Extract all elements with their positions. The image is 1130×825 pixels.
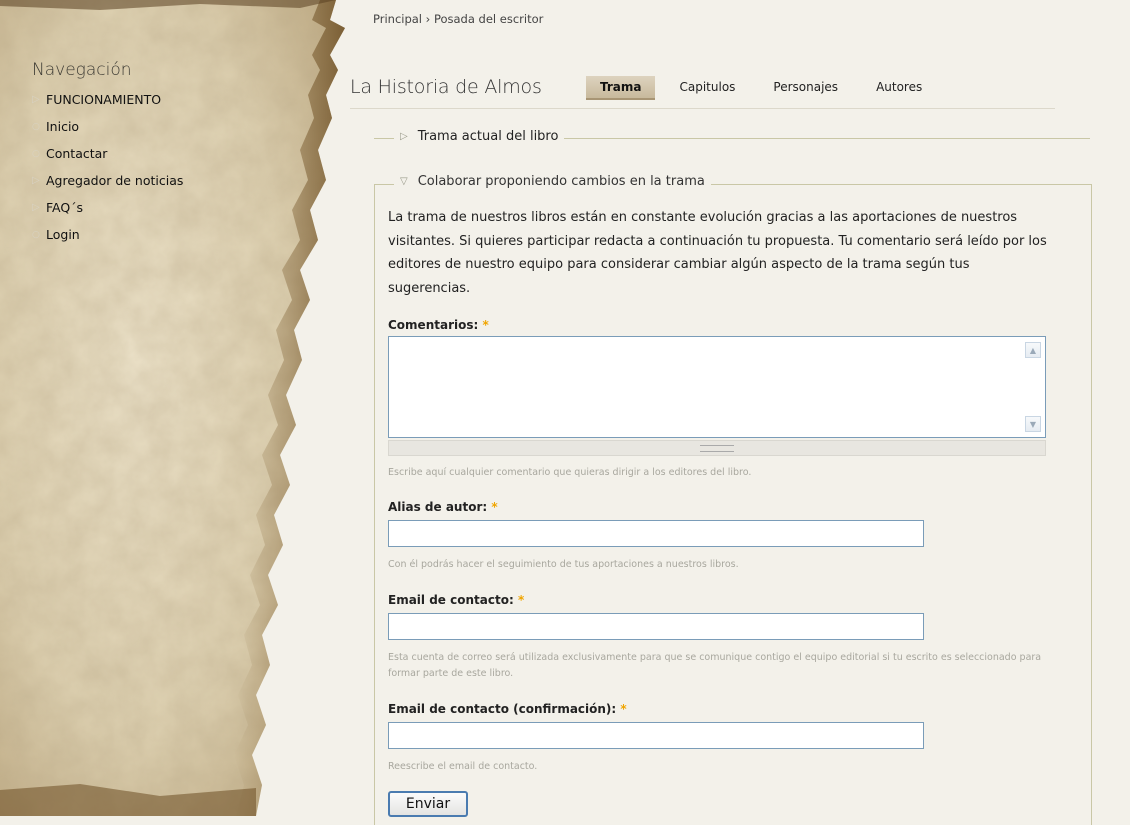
comments-label: Comentarios: *: [388, 318, 489, 332]
breadcrumb-current-link[interactable]: Posada del escritor: [434, 12, 543, 26]
email-confirm-input[interactable]: [388, 722, 924, 749]
circle-bullet-icon: ○: [32, 148, 40, 159]
form-intro-text: La trama de nuestros libros están en con…: [388, 210, 1047, 296]
comments-textarea[interactable]: [388, 336, 1046, 438]
main-content: Principal › Posada del escritor La Histo…: [350, 0, 1130, 825]
nav-item-label[interactable]: Inicio: [46, 119, 79, 134]
alias-label: Alias de autor: *: [388, 500, 498, 514]
nav-item-agregador[interactable]: ▷ Agregador de noticias: [32, 167, 332, 194]
triangle-down-icon: ▽: [400, 176, 408, 187]
alias-label-text: Alias de autor:: [388, 500, 488, 514]
tab-bar: Trama Capitulos Personajes Autores: [586, 76, 946, 100]
triangle-right-icon: ▷: [32, 94, 40, 105]
breadcrumb: Principal › Posada del escritor: [373, 12, 543, 26]
scroll-up-arrow-icon[interactable]: ▲: [1025, 342, 1041, 358]
alias-help-text: Con él podrás hacer el seguimiento de tu…: [388, 559, 739, 570]
triangle-right-icon: ▷: [400, 131, 408, 142]
triangle-right-icon: ▷: [32, 175, 40, 186]
required-mark: *: [517, 593, 525, 607]
fieldset-current-plot-title[interactable]: Trama actual del libro: [418, 129, 559, 144]
nav-item-label[interactable]: FAQ´s: [46, 200, 83, 215]
required-mark: *: [491, 500, 498, 514]
required-mark: *: [482, 318, 489, 332]
nav-item-label[interactable]: Agregador de noticias: [46, 173, 183, 188]
nav-item-faq[interactable]: ▷ FAQ´s: [32, 194, 332, 221]
alias-input[interactable]: [388, 520, 924, 547]
email-label-text: Email de contacto:: [388, 593, 514, 607]
circle-bullet-icon: ○: [32, 121, 40, 132]
triangle-right-icon: ▷: [32, 202, 40, 213]
navigation-menu: ▷ FUNCIONAMIENTO ○ Inicio ○ Contactar ▷ Agre…: [32, 86, 332, 248]
email-input[interactable]: [388, 613, 924, 640]
tab-personajes[interactable]: Personajes: [759, 76, 852, 100]
textarea-resize-handle[interactable]: [388, 440, 1046, 456]
nav-item-contactar[interactable]: ○ Contactar: [32, 140, 332, 167]
navigation-block: Navegación ▷ FUNCIONAMIENTO ○ Inicio ○ Cont…: [32, 60, 332, 248]
title-divider: [350, 108, 1055, 109]
textarea-scrollbar[interactable]: ▲ ▼: [1025, 338, 1043, 436]
breadcrumb-home-link[interactable]: Principal: [373, 12, 422, 26]
page-title: La Historia de Almos: [350, 76, 542, 98]
scroll-down-arrow-icon[interactable]: ▼: [1025, 416, 1041, 432]
tab-capitulos[interactable]: Capitulos: [665, 76, 749, 100]
nav-item-label[interactable]: FUNCIONAMIENTO: [46, 92, 161, 107]
comments-help-text: Escribe aquí cualquier comentario que qu…: [388, 467, 752, 478]
email-confirm-label-text: Email de contacto (confirmación):: [388, 702, 617, 716]
fieldset-collaborate-legend[interactable]: ▽ Colaborar proponiendo cambios en la tr…: [394, 174, 711, 189]
nav-item-funcionamiento[interactable]: ▷ FUNCIONAMIENTO: [32, 86, 332, 113]
tab-autores[interactable]: Autores: [862, 76, 936, 100]
tab-trama[interactable]: Trama: [586, 76, 656, 100]
email-confirm-help-text: Reescribe el email de contacto.: [388, 761, 538, 772]
email-help-text: Esta cuenta de correo será utilizada exc…: [388, 652, 1042, 679]
nav-item-inicio[interactable]: ○ Inicio: [32, 113, 332, 140]
circle-bullet-icon: ○: [32, 229, 40, 240]
grip-lines-icon: [700, 444, 734, 452]
submit-button[interactable]: Enviar: [388, 791, 468, 817]
nav-item-login[interactable]: ○ Login: [32, 221, 332, 248]
email-label: Email de contacto: *: [388, 593, 524, 607]
nav-item-label[interactable]: Contactar: [46, 146, 107, 161]
fieldset-collaborate-title[interactable]: Colaborar proponiendo cambios en la tram…: [418, 174, 705, 189]
breadcrumb-separator: ›: [425, 12, 431, 26]
comments-label-text: Comentarios:: [388, 318, 479, 332]
fieldset-current-plot-legend[interactable]: ▷ Trama actual del libro: [394, 129, 565, 144]
email-confirm-label: Email de contacto (confirmación): *: [388, 702, 627, 716]
required-mark: *: [620, 702, 627, 716]
nav-item-label[interactable]: Login: [46, 227, 80, 242]
navigation-title: Navegación: [32, 60, 132, 80]
